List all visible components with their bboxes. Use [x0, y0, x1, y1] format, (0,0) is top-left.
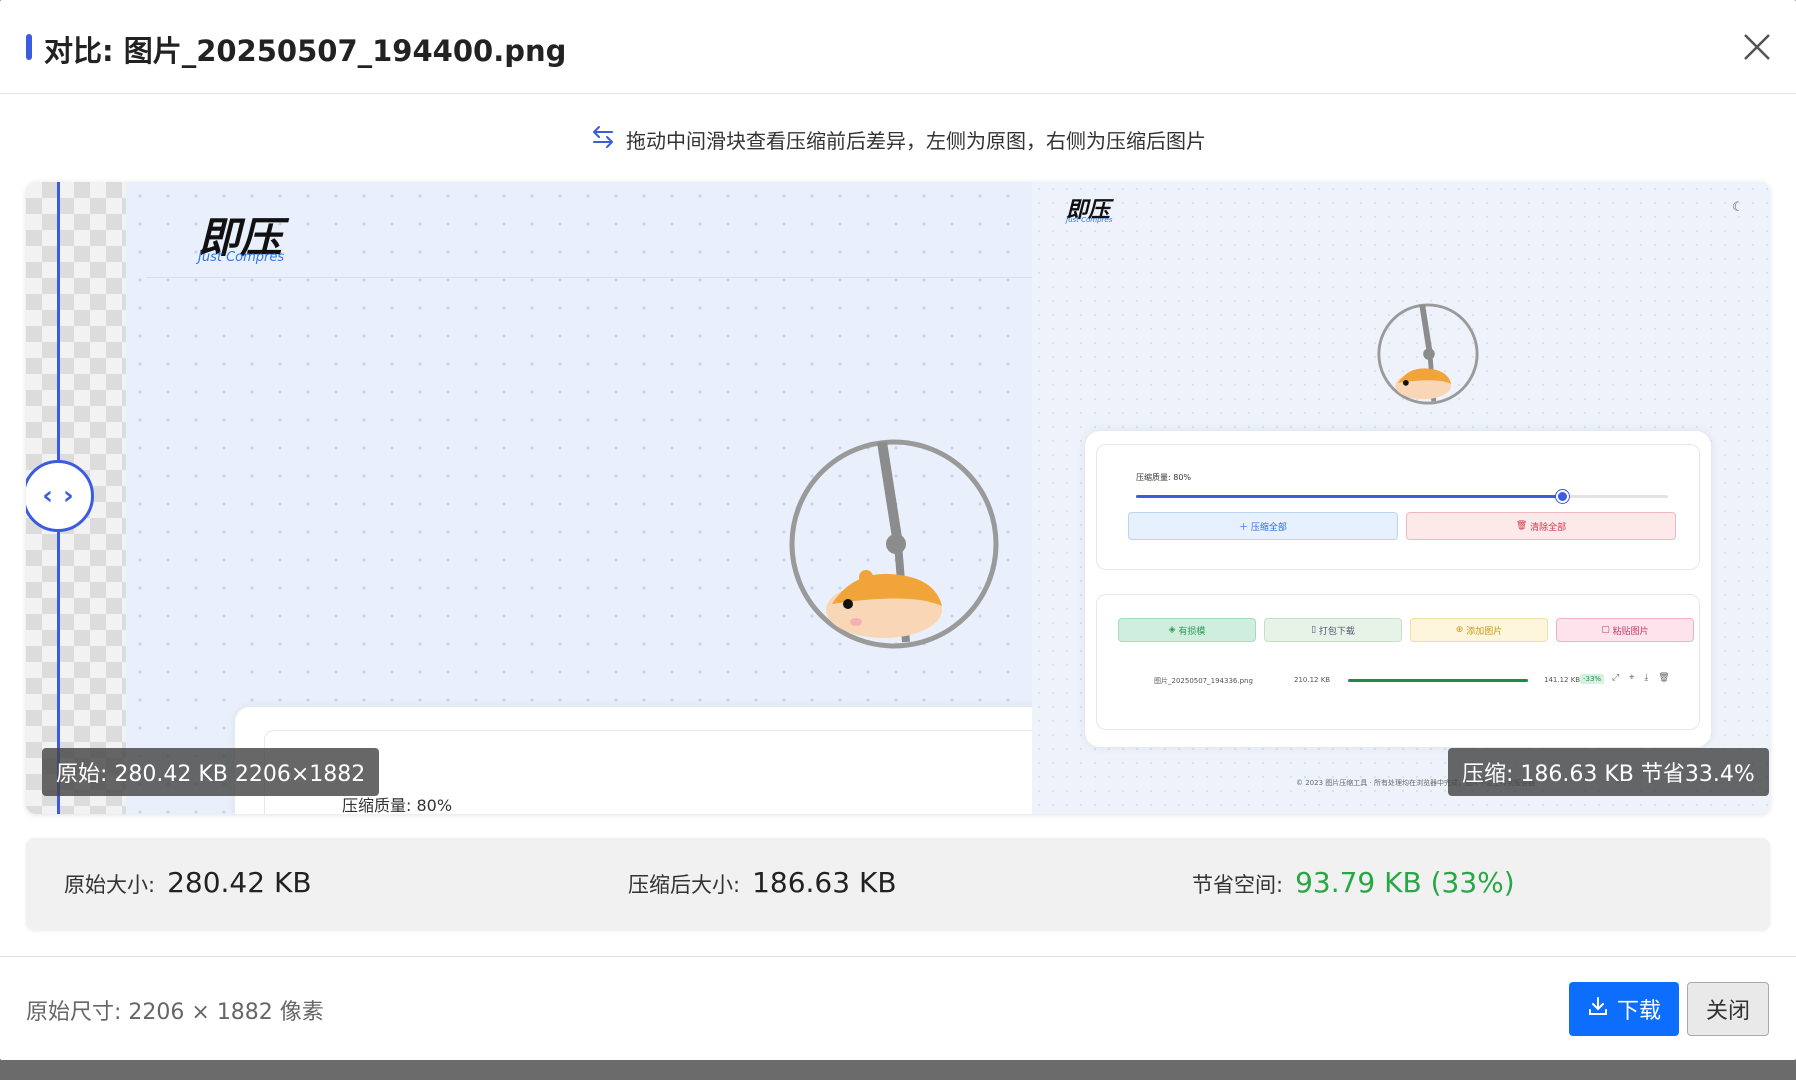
compressed-file-progress [1348, 679, 1528, 682]
compressed-hamster-wheel [1376, 302, 1480, 410]
stat-compressed-size: 压缩后大小: 186.63 KB [628, 866, 897, 899]
hamster-wheel-illustration [786, 436, 1002, 656]
add-image-label: 添加图片 [1466, 626, 1503, 637]
stat-original-value: 280.42 KB [167, 866, 312, 899]
footer-divider [0, 956, 1796, 957]
compressed-add-image-button: ⊕ 添加图片 [1410, 618, 1548, 642]
paste-image-label: 粘贴图片 [1612, 626, 1649, 637]
stat-saved-value: 93.79 KB (33%) [1295, 866, 1515, 899]
compressed-pack-download-button: ▯ 打包下载 [1264, 618, 1402, 642]
stat-original-size: 原始大小: 280.42 KB [64, 866, 312, 899]
download-button[interactable]: 下载 [1569, 982, 1679, 1036]
original-info-badge: 原始: 280.42 KB 2206×1882 [42, 748, 380, 796]
original-header-divider [146, 277, 1032, 278]
compress-all-plus-icon: ＋ [1239, 522, 1251, 533]
compressed-lossy-button: ◈ 有损模 [1118, 618, 1256, 642]
clear-all-trash-icon: 🗑 [1515, 521, 1531, 531]
compressed-quality-track [1136, 490, 1668, 503]
lossy-tag-icon: ◈ [1168, 625, 1179, 635]
compressed-logo-sub: Just Compres [1066, 216, 1113, 224]
stat-saved-space: 节省空间: 93.79 KB (33%) [1192, 866, 1515, 899]
original-dimensions-text: 原始尺寸: 2206 × 1882 像素 [26, 1000, 324, 1025]
compressed-paste-image-button: ▢ 粘贴图片 [1556, 618, 1694, 642]
stat-compressed-label: 压缩后大小: [628, 873, 741, 897]
stat-compressed-value: 186.63 KB [752, 866, 897, 899]
dialog-title: 对比: 图片_20250507_194400.png [44, 34, 567, 68]
stat-original-label: 原始大小: [64, 873, 156, 897]
download-label: 下载 [1616, 999, 1661, 1024]
pack-download-label: 打包下载 [1318, 626, 1355, 637]
lossy-label: 有损模 [1178, 626, 1206, 637]
compressed-clear-all-button: 🗑 清除全部 [1406, 512, 1676, 540]
compare-hint: 拖动中间滑块查看压缩前后差异，左侧为原图，右侧为压缩后图片 [0, 122, 1796, 156]
chevron-right-icon: › [63, 481, 74, 511]
compressed-file-size-before: 210.12 KB [1294, 676, 1331, 684]
compressed-file-progress-track [1348, 679, 1528, 682]
image-compare-area[interactable]: 即压 Just Compres 压缩质量: 80% 即压 Just Compre… [26, 182, 1770, 814]
dialog-header: 对比: 图片_20250507_194400.png [0, 0, 1796, 94]
theme-moon-icon: ☾ [1732, 200, 1744, 215]
hint-text: 拖动中间滑块查看压缩前后差异，左侧为原图，右侧为压缩后图片 [626, 128, 1206, 153]
compressed-image-pane: 即压 Just Compres ☾ 压缩质量: 80% ＋ 压缩全部 🗑 清除全… [1032, 182, 1770, 814]
compressed-file-name: 图片_20250507_194336.png [1154, 677, 1253, 685]
compressed-quality-thumb [1555, 490, 1569, 503]
chevron-left-icon: ‹ [42, 481, 53, 511]
compress-all-label: 压缩全部 [1250, 522, 1287, 533]
stat-saved-label: 节省空间: [1192, 873, 1284, 897]
compressed-compress-all-button: ＋ 压缩全部 [1128, 512, 1398, 540]
paste-clipboard-icon: ▢ [1601, 625, 1613, 635]
original-logo-sub: Just Compres [198, 250, 285, 265]
size-stats-bar: 原始大小: 280.42 KB 压缩后大小: 186.63 KB 节省空间: 9… [26, 838, 1770, 930]
compressed-quality-label: 压缩质量: 80% [1136, 473, 1192, 482]
compressed-file-size-after: 141.12 KB [1544, 676, 1581, 684]
compressed-settings-card [1096, 444, 1700, 570]
compressed-file-actions: ⤢⌖⤓🗑 [1612, 673, 1680, 683]
compressed-info-badge: 压缩: 186.63 KB 节省33.4% [1448, 748, 1769, 796]
compressed-file-saving-badge: -33% [1580, 674, 1605, 684]
clear-all-label: 清除全部 [1530, 522, 1567, 533]
swap-arrows-icon [590, 124, 616, 155]
download-icon [1587, 995, 1609, 1023]
close-button[interactable]: 关闭 [1687, 982, 1769, 1036]
close-icon[interactable] [1740, 30, 1774, 64]
compressed-files-card [1096, 594, 1700, 730]
pack-file-icon: ▯ [1311, 625, 1319, 635]
add-image-plus-icon: ⊕ [1455, 625, 1467, 635]
title-accent-bar [26, 34, 32, 60]
original-image-pane: 即压 Just Compres 压缩质量: 80% [126, 182, 1054, 814]
compressed-quality-fill [1136, 495, 1562, 498]
compare-dialog: 对比: 图片_20250507_194400.png 拖动中间滑块查看压缩前后差… [0, 0, 1796, 1060]
